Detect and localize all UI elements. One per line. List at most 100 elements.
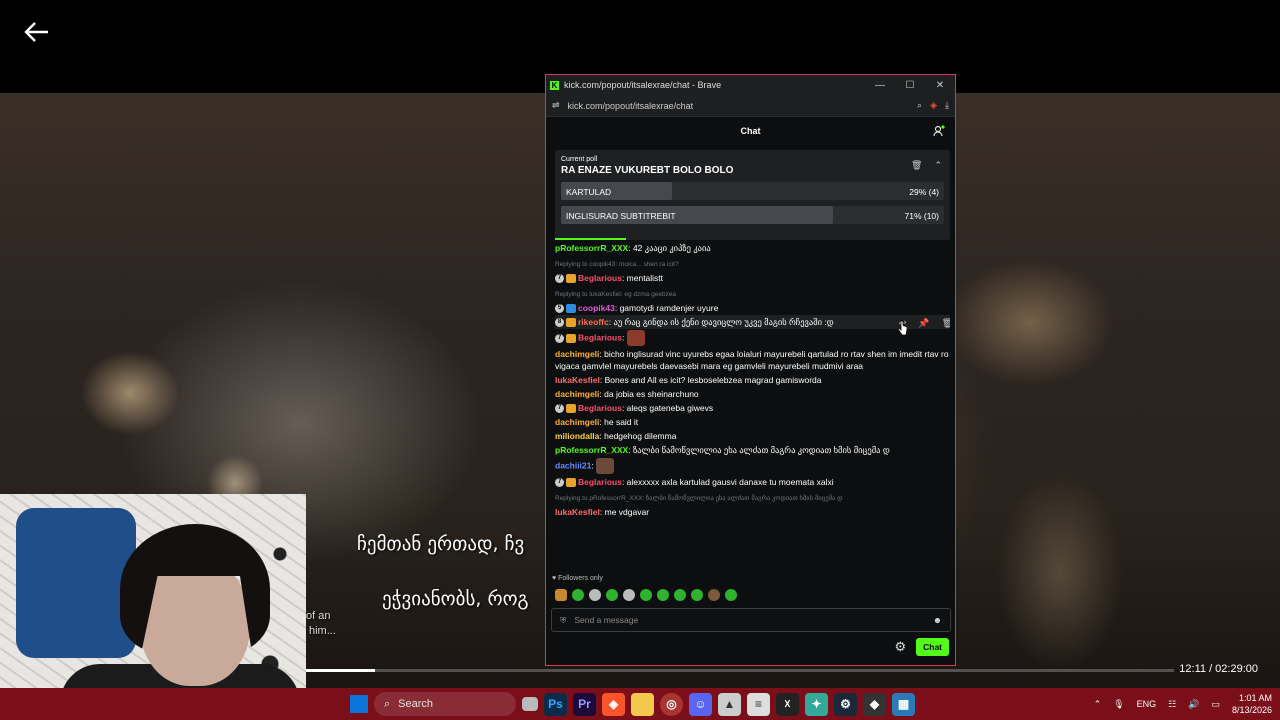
browser-titlebar[interactable]: K kick.com/popout/itsalexrae/chat - Brav… bbox=[546, 75, 955, 95]
emote-bar[interactable] bbox=[555, 589, 737, 601]
chat-message: pRofessorrR_XXX: ზალბი წამოწვლილია ეხა ა… bbox=[555, 445, 890, 455]
subtitle-line-1: ჩემთან ერთად, ჩვ bbox=[357, 533, 525, 555]
chat-messages[interactable]: pRofessorrR_XXX: 42 კააცი კიპზე კაია Rep… bbox=[555, 241, 950, 571]
app-icon[interactable]: ▦ bbox=[892, 692, 915, 716]
poll-collapse-icon[interactable]: ⌃ bbox=[934, 160, 942, 171]
gear-icon[interactable]: ⚙ bbox=[894, 639, 906, 655]
emote-icon bbox=[606, 589, 618, 601]
delete-icon[interactable]: 🗑 bbox=[942, 317, 950, 329]
maximize-icon[interactable]: ☐ bbox=[895, 80, 925, 91]
brave-browser-icon[interactable]: ◈ bbox=[602, 692, 625, 716]
reply-context[interactable]: Replying to coopik43: moica... shen ra i… bbox=[555, 255, 950, 271]
message-placeholder[interactable]: Send a message bbox=[574, 615, 925, 625]
reply-context[interactable]: Replying to lukaKesfiel: eg dzma geebzea bbox=[555, 285, 950, 301]
poll-option[interactable]: INGLISURAD SUBTITREBIT 71% (10) bbox=[561, 206, 944, 224]
emote-image bbox=[626, 330, 645, 346]
app-icon[interactable]: ≡ bbox=[747, 692, 770, 716]
chat-message: dachimgeli: bicho inglisurad vinc uyureb… bbox=[555, 349, 949, 371]
emote-icon bbox=[657, 589, 669, 601]
chat-title: Chat bbox=[740, 126, 761, 136]
emote-icon bbox=[572, 589, 584, 601]
site-settings-icon[interactable]: ⇌ bbox=[552, 100, 560, 111]
chrome-icon[interactable]: ◎ bbox=[660, 692, 683, 716]
premiere-icon[interactable]: Pr bbox=[573, 692, 596, 716]
chat-message: lukaKesfiel: me vdgavar bbox=[555, 507, 650, 517]
mouse-cursor-icon bbox=[897, 320, 907, 336]
reply-context[interactable]: Replying to pRofessorrR_XXX: ზალბი წამოწ… bbox=[555, 489, 950, 505]
badge-icon: 7 bbox=[555, 274, 564, 284]
emote-icon bbox=[691, 589, 703, 601]
app-icon[interactable]: ✦ bbox=[805, 692, 828, 716]
brave-shield-icon[interactable]: ◈ bbox=[930, 100, 937, 111]
kick-logo-icon: K bbox=[550, 80, 559, 90]
windows-start-icon[interactable] bbox=[350, 695, 368, 713]
badge-icon: 7 bbox=[555, 404, 564, 414]
clock: 1:01 AM 8/13/2026 bbox=[1231, 693, 1272, 715]
window-title: kick.com/popout/itsalexrae/chat - Brave bbox=[564, 80, 722, 90]
subtitle-en-1: of an bbox=[306, 610, 331, 622]
sub-badge-icon bbox=[566, 304, 576, 314]
download-icon[interactable]: ⤓ bbox=[945, 100, 949, 111]
pin-icon[interactable]: 📌 bbox=[918, 317, 929, 329]
crown-icon bbox=[566, 274, 576, 284]
poll-option-result: 71% (10) bbox=[904, 211, 940, 221]
emote-icon bbox=[555, 589, 567, 601]
emote-image bbox=[596, 458, 615, 474]
poll-option-name: KARTULAD bbox=[566, 187, 612, 197]
discord-icon[interactable]: ☺ bbox=[689, 692, 712, 716]
chat-message: 7 Beglarious: alexxxxx axla kartulad gaus… bbox=[555, 475, 950, 489]
message-input[interactable]: ⛨ Send a message ☻ bbox=[551, 608, 951, 632]
back-arrow-icon[interactable] bbox=[22, 20, 50, 44]
zoom-icon[interactable]: ⌕ bbox=[917, 100, 922, 111]
chevron-up-icon: ⌃ bbox=[1093, 698, 1102, 709]
network-icon: ☷ bbox=[1168, 698, 1177, 709]
chat-message: 7 Beglarious: bbox=[555, 329, 950, 347]
poll-question: RA ENAZE VUKUREBT BOLO BOLO bbox=[561, 165, 734, 176]
emote-icon bbox=[725, 589, 737, 601]
badge-icon: 5 bbox=[555, 304, 564, 314]
minimize-icon[interactable]: — bbox=[865, 80, 895, 91]
subtitle-en-2: him... bbox=[309, 625, 336, 637]
shield-icon: ⛨ bbox=[560, 614, 567, 625]
app-icon[interactable]: ☓ bbox=[776, 692, 799, 716]
chat-message: 7 Beglarious: mentalistt bbox=[555, 271, 950, 285]
task-view-icon[interactable] bbox=[522, 697, 538, 711]
crown-icon bbox=[566, 404, 576, 414]
followers-only-notice: ♥ Followers only bbox=[552, 575, 603, 582]
chat-message: 5 coopik43: gamotydi ramdenjer uyure bbox=[555, 301, 950, 315]
close-icon[interactable]: ✕ bbox=[925, 80, 955, 91]
webcam-overlay bbox=[0, 494, 306, 720]
photoshop-icon[interactable]: Ps bbox=[544, 692, 567, 716]
poll-option[interactable]: KARTULAD 29% (4) bbox=[561, 182, 944, 200]
poll-delete-icon[interactable]: 🗑 bbox=[911, 160, 922, 171]
chat-send-button[interactable]: Chat bbox=[916, 638, 949, 656]
emote-icon bbox=[623, 589, 635, 601]
video-progress-bar[interactable] bbox=[306, 669, 1174, 672]
current-poll: Current poll RA ENAZE VUKUREBT BOLO BOLO… bbox=[555, 150, 950, 240]
poll-timer-bar bbox=[555, 238, 627, 240]
poll-label: Current poll bbox=[561, 156, 598, 163]
chat-message: 7 Beglarious: aleqs gateneba giwevs bbox=[555, 401, 950, 415]
chat-message: lukaKesfiel: Bones and All es icit? lesb… bbox=[555, 375, 822, 385]
file-explorer-icon[interactable] bbox=[631, 692, 654, 716]
volume-icon: 🔊 bbox=[1188, 698, 1200, 709]
chat-message-hovered: 8 rikeoffc: აუ რაც გინდა ის ქენი დავიცლო … bbox=[555, 315, 950, 329]
crown-icon bbox=[566, 333, 576, 343]
app-icon[interactable]: ◆ bbox=[863, 692, 886, 716]
poll-option-name: INGLISURAD SUBTITREBIT bbox=[566, 211, 676, 221]
emoji-icon[interactable]: ☻ bbox=[933, 615, 942, 625]
chat-message: pRofessorrR_XXX: 42 კააცი კიპზე კაია bbox=[555, 243, 711, 253]
badge-icon: 7 bbox=[555, 333, 564, 343]
system-tray[interactable]: ⌃ 🎙 ENG ☷ 🔊 ▭ 1:01 AM 8/13/2026 bbox=[1094, 688, 1272, 720]
browser-popup-window: K kick.com/popout/itsalexrae/chat - Brav… bbox=[545, 74, 956, 666]
url-text[interactable]: kick.com/popout/itsalexrae/chat bbox=[568, 101, 910, 111]
taskbar-search[interactable]: ⌕ Search bbox=[374, 692, 516, 716]
microphone-icon: 🎙 bbox=[1113, 698, 1125, 709]
video-time: 12:11 / 02:29:00 bbox=[1179, 663, 1258, 675]
steam-icon[interactable]: ⚙ bbox=[834, 692, 857, 716]
crown-icon bbox=[566, 318, 576, 328]
app-icon[interactable]: ▲ bbox=[718, 692, 741, 716]
taskbar: ⌕ Search Ps Pr ◈ ◎ ☺ ▲ ≡ ☓ ✦ ⚙ ◆ ▦ ⌃ 🎙 EN… bbox=[0, 688, 1280, 720]
users-icon[interactable] bbox=[933, 125, 945, 137]
address-bar[interactable]: ⇌ kick.com/popout/itsalexrae/chat ⌕ ◈ ⤓ bbox=[546, 95, 955, 117]
